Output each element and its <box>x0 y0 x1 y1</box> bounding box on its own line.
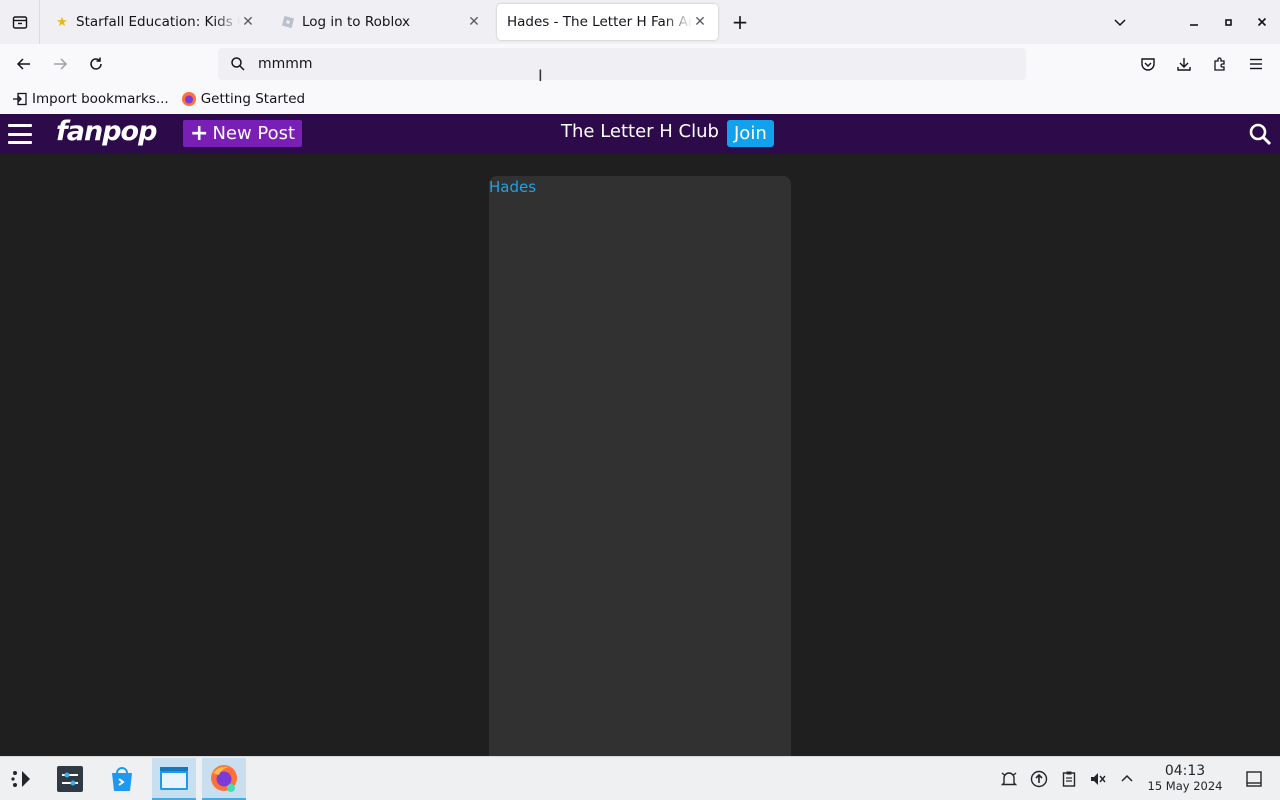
clipboard-icon[interactable] <box>1059 769 1079 789</box>
taskbar: 04:13 15 May 2024 <box>0 756 1280 800</box>
forward-button[interactable] <box>46 50 74 78</box>
minimize-button[interactable] <box>1182 10 1206 34</box>
bookmark-label: Getting Started <box>200 91 306 107</box>
bookmarks-toolbar: Import bookmarks... Getting Started <box>0 84 1280 114</box>
arrow-right-icon <box>54 58 68 70</box>
launcher-icon <box>11 771 30 787</box>
reload-button[interactable] <box>82 50 110 78</box>
list-all-tabs-button[interactable] <box>1108 10 1132 34</box>
chevron-up-icon[interactable] <box>1117 769 1137 789</box>
plus-icon: + <box>190 121 209 146</box>
extensions-button[interactable] <box>1206 50 1234 78</box>
notifications-icon[interactable] <box>999 769 1019 789</box>
new-post-label: New Post <box>212 123 296 144</box>
download-icon <box>1177 58 1191 71</box>
bookmark-import[interactable]: Import bookmarks... <box>12 91 169 107</box>
url-input[interactable] <box>258 56 958 72</box>
arrow-left-icon <box>16 58 30 70</box>
clock-date: 15 May 2024 <box>1147 779 1223 793</box>
app-menu-button[interactable] <box>1242 50 1270 78</box>
bookmark-label: Import bookmarks... <box>32 91 169 107</box>
search-button[interactable] <box>1248 122 1272 146</box>
close-icon[interactable]: ✕ <box>240 14 256 30</box>
plus-icon: + <box>731 10 749 34</box>
bookmark-getting-started[interactable]: Getting Started <box>181 91 305 107</box>
close-icon[interactable]: ✕ <box>466 14 482 30</box>
taskbar-file-manager[interactable] <box>152 758 196 800</box>
tab-starfall[interactable]: ★ Starfall Education: Kids Games ✕ <box>44 4 266 40</box>
star-favicon: ★ <box>56 14 68 30</box>
url-bar[interactable] <box>218 48 1026 80</box>
navigation-toolbar: I <box>0 44 1280 85</box>
reload-icon <box>90 57 102 70</box>
settings-icon <box>57 766 83 792</box>
firefox-view-icon <box>12 16 27 29</box>
search-icon <box>231 57 245 71</box>
tab-title: Log in to Roblox <box>302 14 411 30</box>
close-icon[interactable]: ✕ <box>692 14 708 30</box>
pocket-icon <box>1141 58 1155 71</box>
fanpop-header: fanpop + New Post The Letter H Club Join <box>0 114 1280 154</box>
store-icon <box>112 767 132 791</box>
search-icon <box>1249 123 1272 146</box>
folder-icon <box>160 767 188 790</box>
back-button[interactable] <box>10 50 38 78</box>
club-title[interactable]: The Letter H Club <box>561 121 719 142</box>
minimize-icon <box>1190 24 1198 26</box>
tab-hades[interactable]: Hades - The Letter H Fan Art ✕ <box>497 4 718 40</box>
page-content: Hades <box>0 154 1280 766</box>
tab-title: Hades - The Letter H Fan Art <box>507 14 692 30</box>
application-launcher[interactable] <box>0 758 44 800</box>
downloads-button[interactable] <box>1170 50 1198 78</box>
menu-icon[interactable] <box>8 124 32 144</box>
show-desktop-icon[interactable] <box>1244 769 1264 789</box>
hamburger-icon <box>1250 58 1262 70</box>
pocket-button[interactable] <box>1134 50 1162 78</box>
fanpop-logo[interactable]: fanpop <box>56 116 157 147</box>
post-card: Hades <box>489 176 791 766</box>
tab-title: Starfall Education: Kids Games <box>76 14 240 30</box>
post-title-link[interactable]: Hades <box>489 178 536 196</box>
firefox-view-button[interactable] <box>0 0 40 44</box>
updates-icon[interactable] <box>1029 769 1049 789</box>
chevron-down-icon <box>1114 19 1126 27</box>
text-cursor-icon: I <box>538 66 543 85</box>
volume-muted-icon[interactable] <box>1088 769 1108 789</box>
taskbar-discover[interactable] <box>100 758 144 800</box>
new-post-button[interactable]: + New Post <box>183 120 303 147</box>
roblox-favicon <box>280 14 296 30</box>
tab-roblox[interactable]: Log in to Roblox ✕ <box>270 4 492 40</box>
new-tab-button[interactable]: + <box>728 10 752 34</box>
firefox-icon <box>211 765 237 792</box>
close-window-button[interactable] <box>1250 10 1274 34</box>
firefox-icon <box>181 91 197 107</box>
puzzle-icon <box>1214 57 1225 71</box>
join-button[interactable]: Join <box>727 120 774 147</box>
import-icon <box>12 91 28 107</box>
maximize-button[interactable] <box>1216 10 1240 34</box>
clock[interactable]: 04:13 15 May 2024 <box>1140 763 1230 793</box>
clock-time: 04:13 <box>1164 763 1206 779</box>
close-icon <box>1257 17 1267 27</box>
taskbar-settings[interactable] <box>48 758 92 800</box>
maximize-icon <box>1225 19 1232 26</box>
tab-strip: ★ Starfall Education: Kids Games ✕ Log i… <box>0 0 1280 44</box>
taskbar-firefox[interactable] <box>202 758 246 800</box>
